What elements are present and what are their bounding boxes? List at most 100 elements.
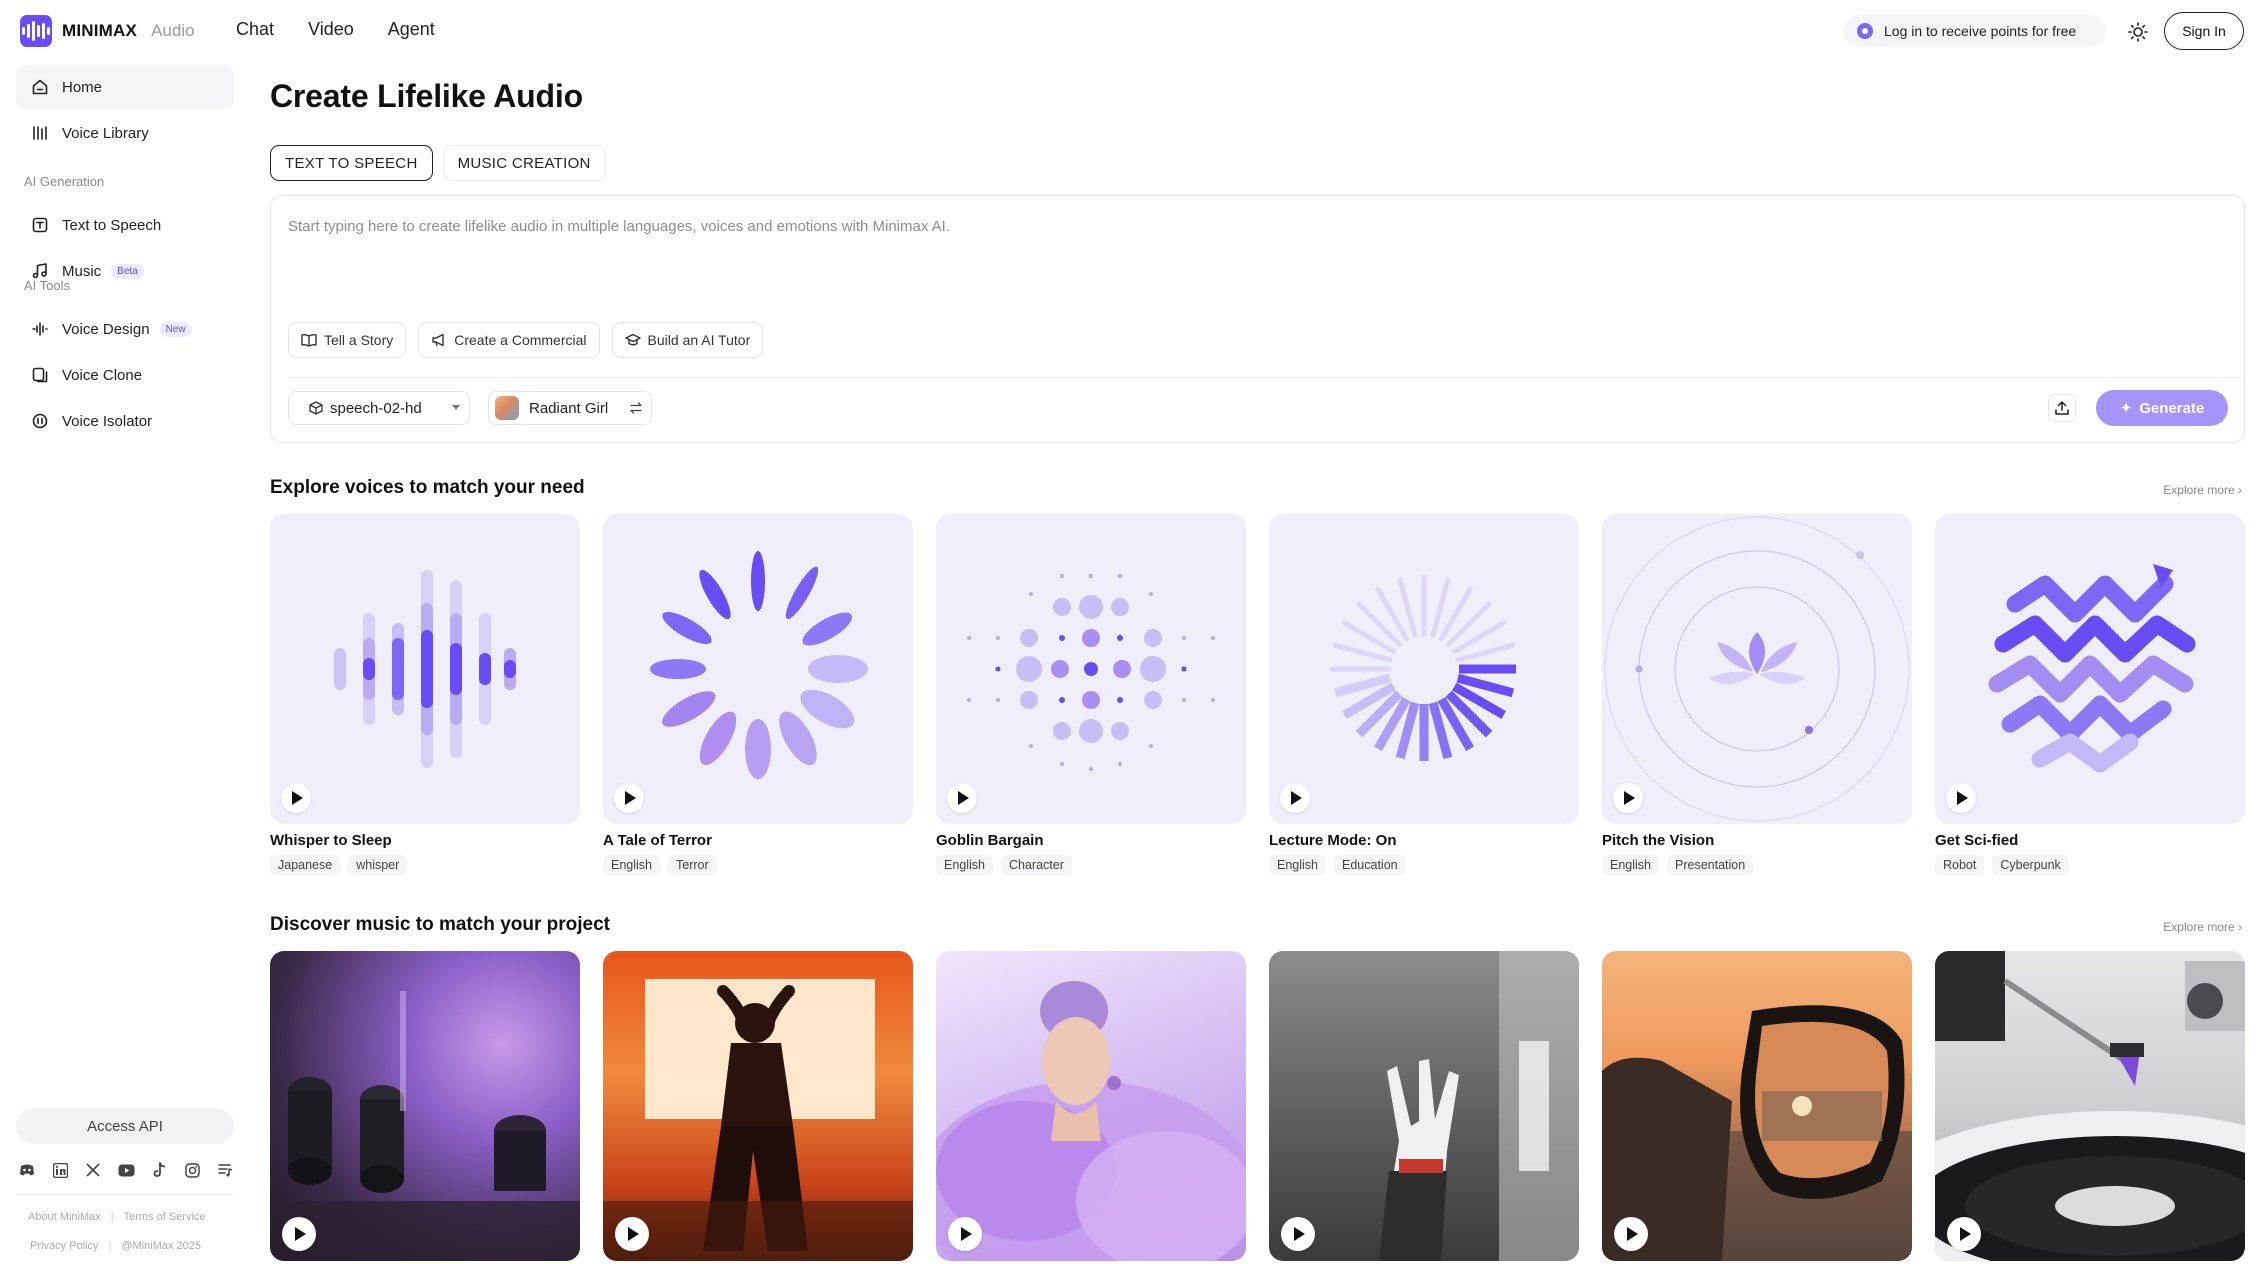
model-select[interactable]: speech-02-hd [288,391,470,425]
play-button[interactable] [947,783,977,813]
logo[interactable]: MINIMAX Audio [20,15,195,47]
explore-more-music-link[interactable]: Explore more › [2163,920,2242,934]
music-card[interactable] [603,951,913,1261]
text-to-speech-icon [30,215,50,235]
tab-music-creation[interactable]: MUSIC CREATION [442,145,606,181]
editor-divider [288,377,2244,378]
voice-card-artwork [270,514,580,824]
voice-design-icon [30,319,50,339]
voice-card-title: Goblin Bargain [936,832,1044,849]
tag-style: Terror [668,855,717,875]
create-commercial-chip[interactable]: Create a Commercial [418,322,600,358]
sidebar-item-voice-design[interactable]: Voice Design New [16,307,234,351]
voice-card[interactable]: A Tale of Terror English Terror [603,514,913,875]
voice-card-artwork [936,514,1246,824]
footer-links-row-2: Privacy Policy | @MiniMax 2025 [30,1240,201,1252]
play-button[interactable] [948,1217,982,1251]
generate-button[interactable]: ✦ Generate [2096,390,2228,426]
social-links [18,1161,234,1179]
discord-icon[interactable] [18,1161,36,1179]
instagram-icon[interactable] [183,1161,201,1179]
sidebar-item-voice-isolator[interactable]: Voice Isolator [16,399,234,443]
tag-language: English [603,855,660,875]
login-promo-banner[interactable]: Log in to receive points for free [1843,15,2106,47]
voice-card[interactable]: Goblin Bargain English Character [936,514,1246,875]
sidebar-item-voice-library[interactable]: Voice Library [16,111,234,155]
voice-avatar [495,396,519,420]
voice-card-title: Get Sci-fied [1935,832,2019,849]
x-icon[interactable] [84,1161,102,1179]
voice-card-title: Whisper to Sleep [270,832,392,849]
voice-card-tags: English Presentation [1602,855,1912,875]
text-input[interactable]: Start typing here to create lifelike aud… [288,218,950,235]
graduation-cap-icon [624,333,641,347]
voice-name: Radiant Girl [529,399,609,417]
play-button[interactable] [1946,783,1976,813]
voice-card-tags: English Education [1269,855,1579,875]
music-card-artwork [1602,1005,1912,1261]
sidebar-item-label: Voice Library [62,124,149,142]
sparkle-icon: ✦ [2119,400,2133,417]
sidebar-item-text-to-speech[interactable]: Text to Speech [16,203,234,247]
nav-agent[interactable]: Agent [388,19,435,40]
sidebar: Home Voice Library AI Generation Text to… [16,62,234,1264]
sign-in-button[interactable]: Sign In [2164,12,2244,50]
voice-select[interactable]: Radiant Girl [488,391,652,425]
about-link[interactable]: About MiniMax [28,1211,101,1223]
privacy-link[interactable]: Privacy Policy [30,1240,98,1252]
voice-isolator-icon [30,411,50,431]
music-card-artwork [1935,951,2245,1261]
tag-language: Japanese [270,855,341,875]
chip-label: Create a Commercial [454,332,587,348]
nav-chat[interactable]: Chat [236,19,274,40]
voice-clone-icon [30,365,50,385]
music-card[interactable] [1602,951,1912,1261]
play-button[interactable] [614,783,644,813]
play-button[interactable] [282,1217,316,1251]
access-api-button[interactable]: Access API [16,1108,234,1144]
nav-video[interactable]: Video [308,19,354,40]
build-ai-tutor-chip[interactable]: Build an AI Tutor [611,322,764,358]
terms-link[interactable]: Terms of Service [124,1211,206,1223]
tiktok-icon[interactable] [150,1161,168,1179]
play-button[interactable] [281,783,311,813]
voice-card-title: Lecture Mode: On [1269,832,1397,849]
tag-style: Presentation [1667,855,1754,875]
voice-card[interactable]: Pitch the Vision English Presentation [1602,514,1912,875]
play-button[interactable] [1613,783,1643,813]
tag-style: whisper [348,855,408,875]
youtube-icon[interactable] [117,1161,135,1179]
model-name: speech-02-hd [330,399,422,417]
logo-icon [20,15,52,47]
music-card-artwork [936,981,1246,1261]
tag-language: English [1269,855,1326,875]
music-card[interactable] [1269,951,1579,1261]
explore-more-voices-link[interactable]: Explore more › [2163,483,2242,497]
music-card-artwork [1379,951,1579,1261]
sidebar-item-label: Text to Speech [62,216,162,234]
upload-button[interactable] [2048,394,2076,422]
voice-card-tags: Japanese whisper [270,855,580,875]
music-card[interactable] [936,951,1246,1261]
voice-card[interactable]: Whisper to Sleep Japanese whisper [270,514,580,875]
section-ai-generation: AI Generation [24,174,105,189]
playlist-icon[interactable] [216,1161,234,1179]
play-button[interactable] [1947,1217,1981,1251]
sidebar-item-voice-clone[interactable]: Voice Clone [16,353,234,397]
music-card[interactable] [1935,951,2245,1261]
voice-card[interactable]: Get Sci-fied Robot Cyberpunk [1935,514,2245,875]
sidebar-item-home[interactable]: Home [16,65,234,109]
tag-language: English [936,855,993,875]
cube-icon [309,401,323,415]
mode-tabs: TEXT TO SPEECH MUSIC CREATION [270,145,606,181]
play-button[interactable] [1280,783,1310,813]
theme-toggle-icon[interactable] [2126,20,2150,44]
voice-card[interactable]: Lecture Mode: On English Education [1269,514,1579,875]
play-button[interactable] [1281,1217,1315,1251]
play-button[interactable] [1614,1217,1648,1251]
linkedin-icon[interactable] [51,1161,69,1179]
tell-a-story-chip[interactable]: Tell a Story [288,322,407,358]
tab-text-to-speech[interactable]: TEXT TO SPEECH [270,145,433,181]
music-card[interactable] [270,951,580,1261]
play-button[interactable] [615,1217,649,1251]
